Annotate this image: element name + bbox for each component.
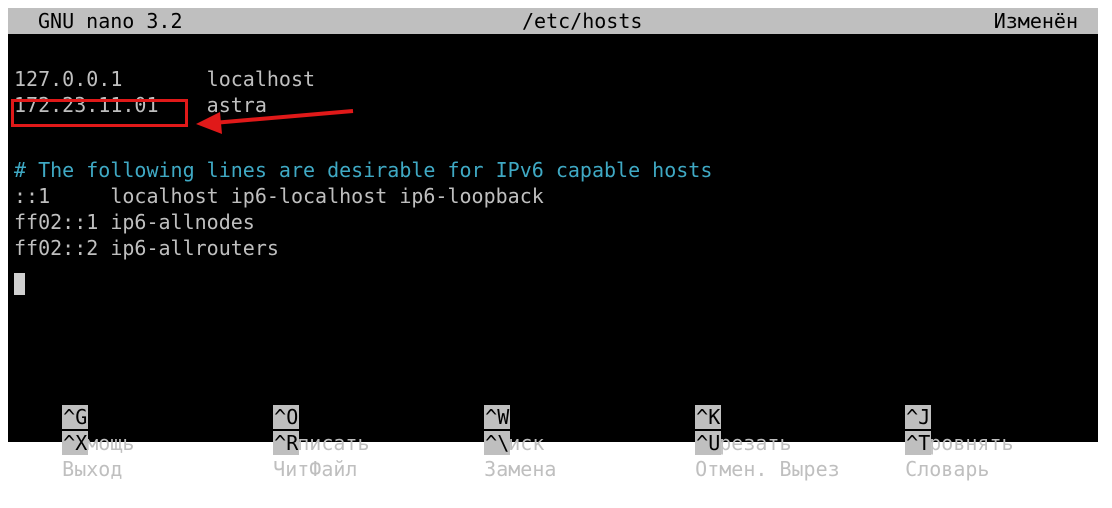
shortcut-exit[interactable]: ^X Выход (14, 404, 122, 508)
shortcut-key: ^X (62, 431, 89, 455)
shortcut-label: Словарь (905, 457, 990, 481)
shortcut-label: ЧитФайл (273, 457, 358, 481)
shortcut-uncut-text[interactable]: ^U Отмен. Вырез (647, 404, 840, 508)
shortcut-key: ^T (905, 431, 932, 455)
shortcut-spell[interactable]: ^T Словарь (857, 404, 989, 508)
annotation-arrow-icon (196, 109, 354, 134)
shortcut-key: ^R (273, 431, 300, 455)
shortcut-label: Отмен. Вырез (695, 457, 840, 481)
shortcut-replace[interactable]: ^\ Замена (436, 404, 556, 508)
shortcut-label: Замена (484, 457, 557, 481)
shortcut-key: ^\ (484, 431, 511, 455)
terminal-window[interactable]: GNU nano 3.2 /etc/hosts Изменён 127.0.0.… (8, 8, 1098, 481)
shortcut-key: ^U (695, 431, 722, 455)
shortcut-label: Выход (62, 457, 123, 481)
shortcut-read-file[interactable]: ^R ЧитФайл (225, 404, 357, 508)
